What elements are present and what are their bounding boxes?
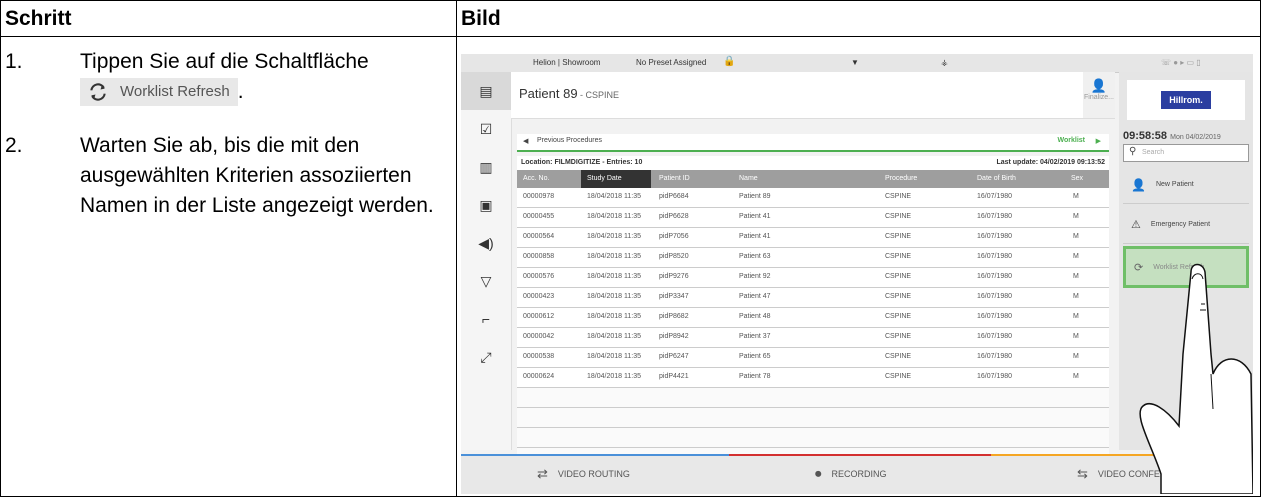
header-image: Bild — [457, 1, 1260, 37]
refresh-icon — [90, 83, 106, 102]
step-text: Tippen Sie auf die Schaltfläche — [80, 50, 369, 73]
step-number: 2. — [5, 134, 23, 157]
app-screenshot: Helion | Showroom No Preset Assigned 🔒 ▼… — [461, 54, 1253, 494]
inline-refresh-button: Worklist Refresh — [80, 78, 238, 107]
pointing-hand-icon — [1139, 263, 1253, 494]
step-suffix: . — [237, 80, 244, 103]
step-text: Warten Sie ab, bis die mit den ausgewähl… — [80, 134, 434, 217]
header-step: Schritt — [1, 1, 456, 37]
column-divider — [456, 1, 457, 496]
step-number: 1. — [5, 50, 23, 73]
inline-button-label: Worklist Refresh — [120, 83, 230, 101]
